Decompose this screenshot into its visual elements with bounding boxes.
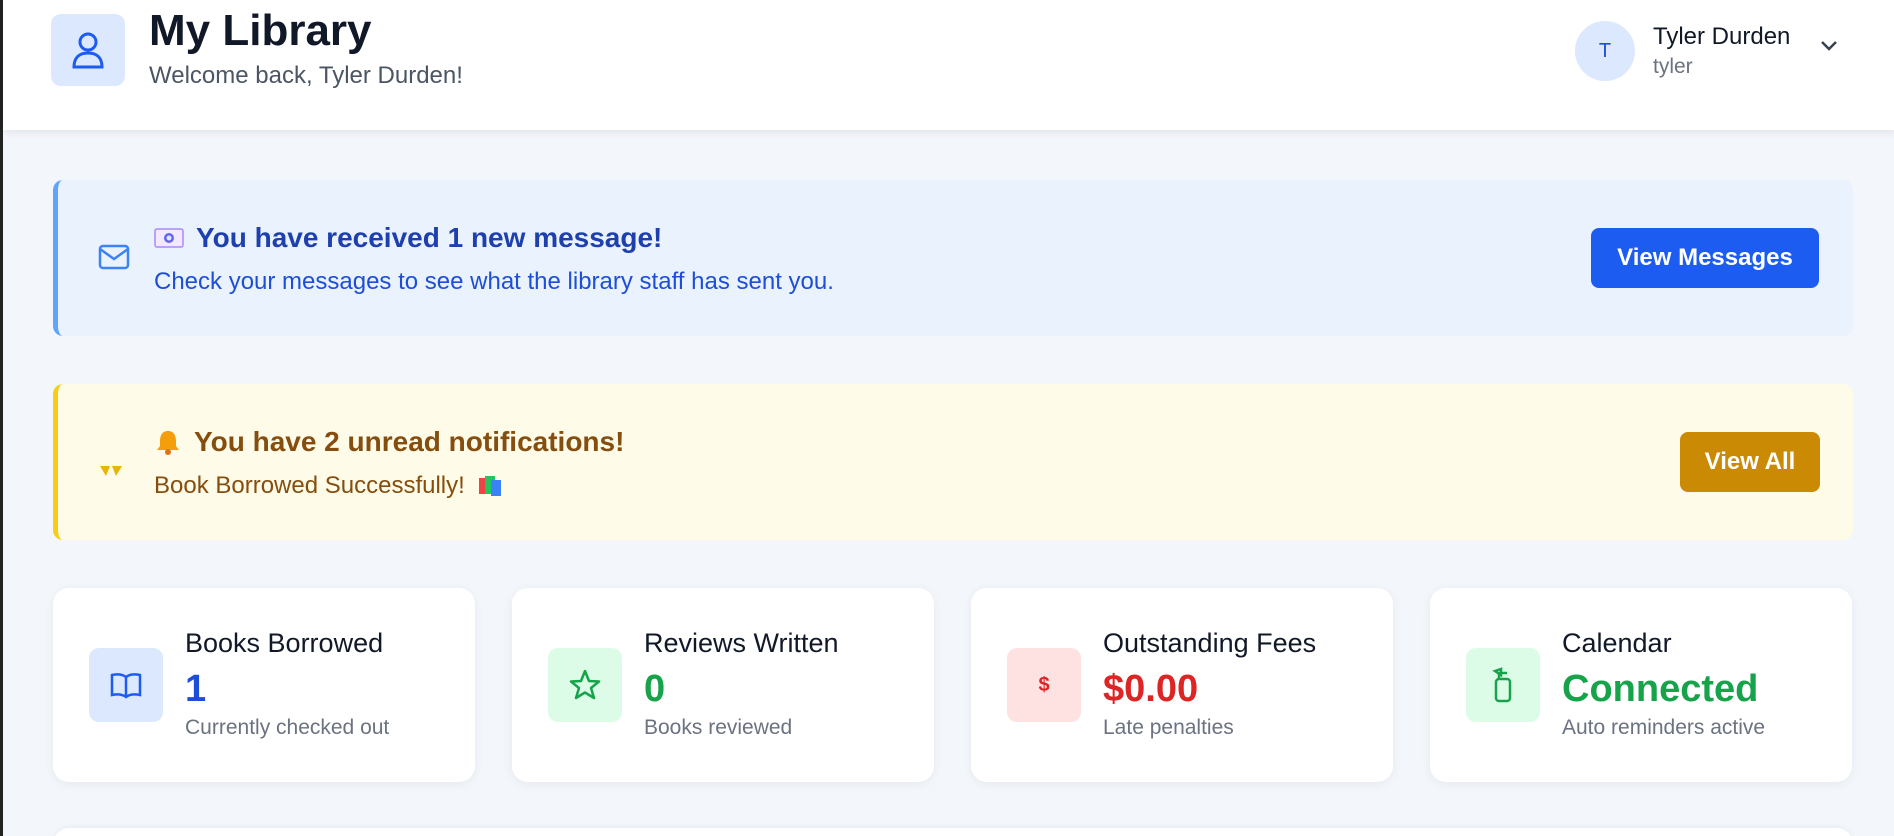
user-handle: tyler <box>1653 55 1693 78</box>
stat-label: Calendar <box>1562 628 1672 658</box>
notification-body-text: Book Borrowed Successfully! <box>154 472 465 499</box>
stat-value: 0 <box>644 668 666 710</box>
star-icon <box>548 648 622 722</box>
stat-subtext: Auto reminders active <box>1562 716 1766 739</box>
bell-emoji-icon <box>154 428 182 456</box>
stat-card-reviews-written[interactable]: Reviews Written 0 Books reviewed <box>512 588 934 782</box>
avatar: T <box>1575 21 1635 81</box>
stat-value: 1 <box>185 668 207 710</box>
calendar-sync-icon <box>1466 648 1540 722</box>
chevron-down-icon[interactable] <box>1819 38 1839 57</box>
message-banner-body: Check your messages to see what the libr… <box>154 268 834 295</box>
next-section-card <box>53 828 1853 836</box>
page-header: My Library Welcome back, Tyler Durden! T… <box>3 0 1894 130</box>
stat-card-books-borrowed[interactable]: Books Borrowed 1 Currently checked out <box>53 588 475 782</box>
notification-banner: You have 2 unread notifications! Book Bo… <box>53 384 1853 540</box>
app-frame: My Library Welcome back, Tyler Durden! T… <box>0 0 1894 836</box>
mail-icon <box>98 244 130 275</box>
notification-title-text: You have 2 unread notifications! <box>194 426 625 457</box>
message-banner-title: You have received 1 new message! <box>154 222 662 254</box>
notification-banner-title: You have 2 unread notifications! <box>154 426 624 458</box>
user-info: Tyler Durden tyler <box>1653 23 1790 79</box>
stat-label: Reviews Written <box>644 628 839 658</box>
notification-banner-body: Book Borrowed Successfully! <box>154 472 503 500</box>
stat-label: Books Borrowed <box>185 628 384 658</box>
message-banner: You have received 1 new message! Check y… <box>53 180 1853 336</box>
user-menu[interactable]: T Tyler Durden tyler <box>1575 20 1865 82</box>
stat-subtext: Currently checked out <box>185 716 390 739</box>
page-title: My Library <box>149 6 372 55</box>
view-all-button[interactable]: View All <box>1680 432 1820 492</box>
bell-off-icon <box>98 464 124 485</box>
stat-value: Connected <box>1562 668 1759 710</box>
welcome-subtitle: Welcome back, Tyler Durden! <box>149 62 463 89</box>
user-icon <box>51 14 125 86</box>
stat-subtext: Books reviewed <box>644 716 793 739</box>
dollar-icon: $ <box>1007 648 1081 722</box>
stat-card-outstanding-fees[interactable]: $ Outstanding Fees $0.00 Late penalties <box>971 588 1393 782</box>
stat-card-calendar[interactable]: Calendar Connected Auto reminders active <box>1430 588 1852 782</box>
envelope-emoji-icon <box>154 227 184 249</box>
books-emoji-icon <box>477 474 503 498</box>
book-open-icon <box>89 648 163 722</box>
stat-label: Outstanding Fees <box>1103 628 1317 658</box>
user-name: Tyler Durden <box>1653 23 1791 50</box>
view-messages-button[interactable]: View Messages <box>1591 228 1819 288</box>
message-title-text: You have received 1 new message! <box>196 222 663 253</box>
stat-subtext: Late penalties <box>1103 716 1234 739</box>
stat-value: $0.00 <box>1103 668 1199 710</box>
